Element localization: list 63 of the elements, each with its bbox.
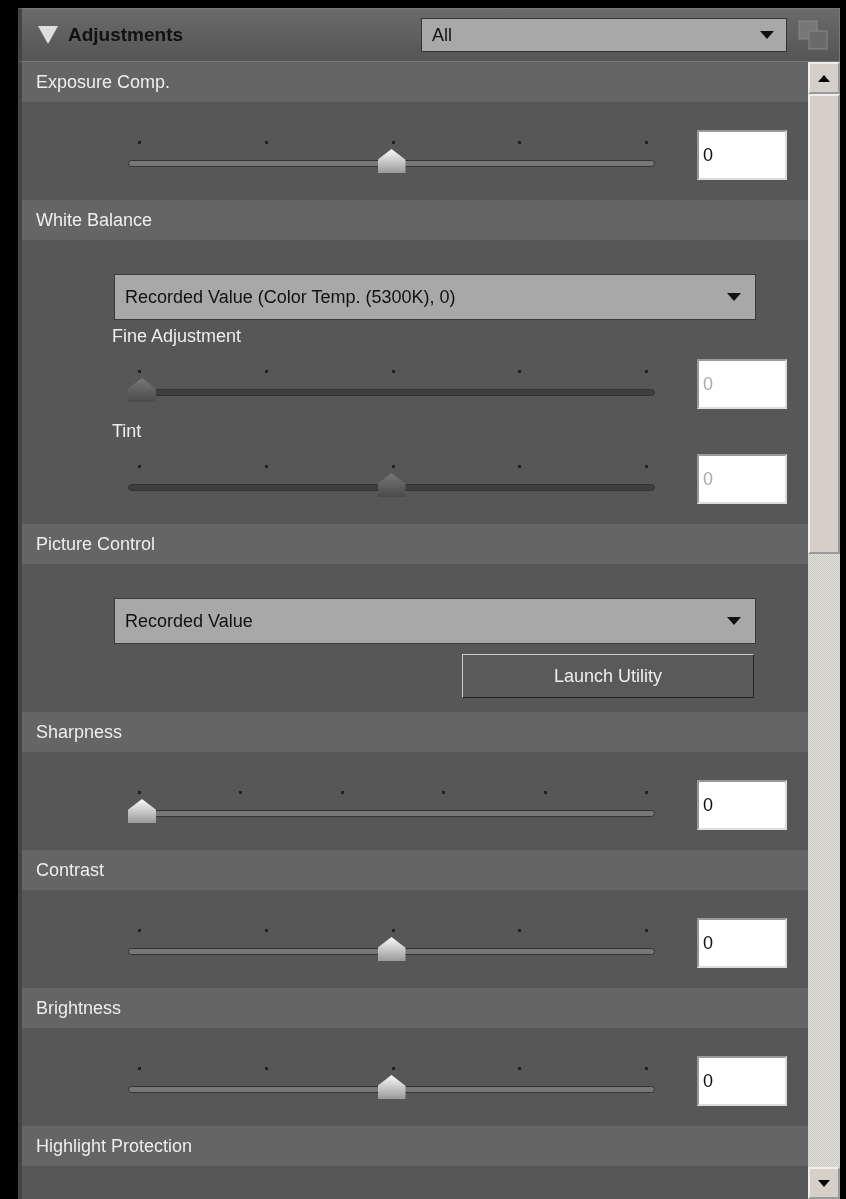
tick-mark (138, 141, 141, 144)
tick-mark (543, 791, 547, 794)
tick-mark (645, 141, 648, 144)
value-field[interactable]: 0 (697, 780, 787, 830)
slider-thumb[interactable] (377, 937, 406, 961)
slider-thumb[interactable] (377, 149, 406, 173)
slider-label: Fine Adjustment (111, 326, 243, 347)
tick-mark (391, 370, 395, 373)
scroll-thumb[interactable] (808, 94, 840, 554)
tick-mark (645, 929, 648, 932)
value-field[interactable]: 0 (697, 130, 787, 180)
scroll-up-button[interactable] (808, 62, 840, 94)
tick-mark (518, 370, 522, 373)
section-header: Contrast (22, 850, 808, 890)
tick-mark (442, 791, 446, 794)
slider-label: Tint (111, 421, 143, 442)
slider-thumb[interactable] (128, 799, 156, 823)
tick-mark (391, 1067, 395, 1070)
slider-thumb[interactable] (377, 1075, 406, 1099)
tick-mark (340, 791, 344, 794)
tick-mark (518, 1067, 522, 1070)
tick-mark (264, 141, 268, 144)
tick-mark (138, 929, 141, 932)
tick-mark (518, 929, 522, 932)
value-field[interactable]: 0 (697, 918, 787, 968)
value-field[interactable]: 0 (697, 1056, 787, 1106)
scrollbar[interactable] (808, 62, 840, 1199)
section-header: Picture Control (22, 524, 808, 564)
caret-icon (727, 293, 741, 301)
tick-mark (391, 465, 395, 468)
tick-mark (645, 370, 648, 373)
section-header: Sharpness (22, 712, 808, 752)
tick-mark (138, 370, 141, 373)
section-header: Exposure Comp. (22, 62, 808, 102)
tick-mark (264, 1067, 268, 1070)
section-header: Brightness (22, 988, 808, 1028)
caret-icon (727, 617, 741, 625)
tick-mark (264, 465, 268, 468)
up-arrow-icon (818, 74, 830, 82)
caret-icon (760, 31, 774, 39)
tick-mark (239, 791, 243, 794)
tick-mark (391, 141, 395, 144)
tick-mark (645, 791, 648, 794)
down-arrow-icon (818, 1179, 830, 1187)
dropdown[interactable]: Recorded Value (Color Temp. (5300K), 0) (114, 274, 756, 320)
tick-mark (264, 929, 268, 932)
tick-mark (138, 465, 141, 468)
tick-mark (138, 791, 141, 794)
tick-mark (645, 465, 648, 468)
scroll-down-button[interactable] (808, 1167, 840, 1199)
section-header: White Balance (22, 200, 808, 240)
section-header: Highlight Protection (22, 1126, 808, 1166)
tick-mark (391, 929, 395, 932)
launch-utility-button[interactable]: Launch Utility (462, 654, 754, 698)
panel-title: Adjustments (68, 24, 185, 46)
tick-mark (645, 1067, 648, 1070)
dropdown[interactable]: Recorded Value (114, 598, 756, 644)
tick-mark (138, 1067, 141, 1070)
tick-mark (518, 141, 522, 144)
tick-mark (264, 370, 268, 373)
collapse-triangle-icon[interactable] (38, 26, 58, 44)
tick-mark (518, 465, 522, 468)
filter-dropdown[interactable]: All (421, 18, 787, 52)
